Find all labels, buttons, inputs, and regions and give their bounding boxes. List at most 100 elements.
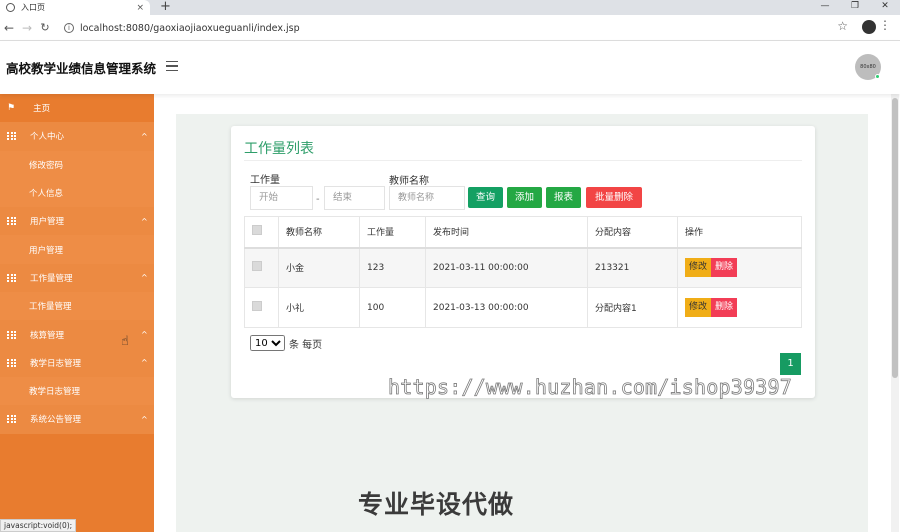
header-select-all[interactable] [244,216,279,249]
app-header: 高校教学业绩信息管理系统 80x80 [0,41,900,94]
sidebar-item-label: 教学日志管理 [29,387,81,398]
workload-start-input[interactable]: 开始 [250,186,313,210]
avatar[interactable]: 80x80 [855,54,881,80]
chevron-up-icon: ^ [141,330,148,340]
grid-icon [7,273,16,282]
sidebar-item-label: 工作量管理 [29,302,72,313]
tab-close-icon[interactable]: × [136,3,144,13]
profile-icon[interactable] [862,20,876,34]
page-button-current[interactable]: 1 [780,353,801,375]
sidebar-item-4[interactable]: 用户管理 ^ [0,207,154,236]
browser-toolbar: ← → ↻ i localhost:8080/gaoxiaojiaoxuegua… [0,15,900,41]
search-button[interactable]: 查询 [468,187,503,208]
browser-tab[interactable]: 入口页 × [0,0,150,15]
grid-icon [7,358,16,367]
row-checkbox[interactable] [252,301,262,311]
tab-title: 入口页 [21,3,45,12]
back-button[interactable]: ← [0,21,18,35]
header-publish-time: 发布时间 [425,216,588,249]
avatar-text: 80x80 [860,64,876,70]
restore-button[interactable]: ❐ [840,0,870,15]
delete-button[interactable]: 删除 [711,298,738,317]
delete-button[interactable]: 删除 [711,258,738,278]
workload-filter-label: 工作量 [250,175,280,186]
workload-cell: 100 [359,287,426,328]
sidebar-item-label: 教学日志管理 [30,358,82,369]
chevron-up-icon: ^ [141,131,148,141]
url-text[interactable]: localhost:8080/gaoxiaojiaoxueguanli/inde… [80,23,300,34]
page-size-control: 10 条 每页 [250,335,322,351]
teacher-name-input[interactable]: 教师名称 [389,186,465,210]
sidebar: ⚑ 主页 个人中心 ^ 修改密码个人信息用户管理 ^ 用户管理工作量管理 ^ 工作量管理核算管理… [0,94,154,532]
workload-card: 工作量列表 工作量 开始 - 结束 教师名称 教师名称 查询 添加 报表 批量删… [231,126,815,398]
sidebar-item-5[interactable]: 用户管理 [0,235,154,264]
chevron-up-icon: ^ [141,273,148,283]
info-icon[interactable]: i [64,23,74,33]
grid-icon [7,217,16,226]
sidebar-item-0[interactable]: ⚑ 主页 [0,94,154,122]
content-cell: 分配内容1 [587,287,678,328]
window-controls: — ❐ ✕ [810,0,900,15]
row-select-cell[interactable] [244,287,279,328]
page-size-suffix: 条 每页 [289,339,323,351]
status-bar-url: javascript:void(0); [0,519,77,532]
title-divider [244,160,802,161]
reload-button[interactable]: ↻ [36,21,54,34]
sidebar-item-label: 系统公告管理 [30,415,82,426]
page-size-select[interactable]: 10 [250,335,285,351]
watermark-text: https://www.huzhan.com/ishop39397 [388,375,793,400]
chevron-up-icon: ^ [141,358,148,368]
sidebar-item-9[interactable]: 教学日志管理 ^ [0,348,154,377]
edit-button[interactable]: 修改 [685,258,712,278]
workload-end-input[interactable]: 结束 [324,186,385,210]
scrollbar-thumb[interactable] [892,98,898,378]
workload-table: 教师名称 工作量 发布时间 分配内容 操作 小金 123 2021-03-11 … [244,216,802,328]
close-window-button[interactable]: ✕ [870,0,900,15]
bookmark-star-icon[interactable]: ☆ [837,19,848,33]
app-title: 高校教学业绩信息管理系统 [6,61,157,76]
header-workload: 工作量 [359,216,426,249]
report-button[interactable]: 报表 [546,187,581,208]
sidebar-item-10[interactable]: 教学日志管理 [0,376,154,406]
minimize-button[interactable]: — [810,0,840,15]
forward-button[interactable]: → [18,21,36,35]
card-title: 工作量列表 [244,141,314,157]
browser-menu-icon[interactable]: ⋮ [879,18,891,32]
grid-icon [7,330,16,339]
new-tab-button[interactable]: + [160,0,171,14]
online-status-dot [875,74,880,79]
page-scrollbar[interactable] [891,94,899,532]
sidebar-item-1[interactable]: 个人中心 ^ [0,122,154,151]
batch-delete-button[interactable]: 批量删除 [586,187,642,208]
grid-icon [7,415,16,424]
publish-time-cell: 2021-03-11 00:00:00 [425,247,588,288]
teacher-cell: 小礼 [278,287,360,328]
flag-icon: ⚑ [7,103,16,114]
sidebar-item-label: 工作量管理 [30,273,73,284]
sidebar-item-2[interactable]: 修改密码 [0,150,154,179]
header-content: 分配内容 [587,216,678,249]
content-cell: 213321 [587,247,678,288]
menu-toggle-icon[interactable] [166,61,178,71]
actions-cell: 修改 删除 [677,247,802,288]
sidebar-item-label: 核算管理 [30,330,65,341]
address-bar[interactable]: i localhost:8080/gaoxiaojiaoxueguanli/in… [60,19,860,37]
browser-tabstrip: 入口页 × + — ❐ ✕ [0,0,900,15]
add-button[interactable]: 添加 [507,187,542,208]
sidebar-item-label: 用户管理 [29,245,64,256]
range-separator: - [316,194,320,205]
edit-button[interactable]: 修改 [685,298,712,317]
row-select-cell[interactable] [244,247,279,288]
header-actions: 操作 [677,216,802,249]
sidebar-item-8[interactable]: 核算管理 ^ [0,320,154,349]
header-teacher: 教师名称 [278,216,360,249]
sidebar-item-6[interactable]: 工作量管理 ^ [0,263,154,293]
sidebar-item-11[interactable]: 系统公告管理 ^ [0,405,154,434]
sidebar-item-3[interactable]: 个人信息 [0,178,154,208]
chevron-up-icon: ^ [141,216,148,226]
select-all-checkbox[interactable] [252,225,262,236]
sidebar-item-7[interactable]: 工作量管理 [0,292,154,321]
chevron-up-icon: ^ [141,414,148,424]
sidebar-item-label: 个人信息 [29,189,64,200]
row-checkbox[interactable] [252,261,262,272]
